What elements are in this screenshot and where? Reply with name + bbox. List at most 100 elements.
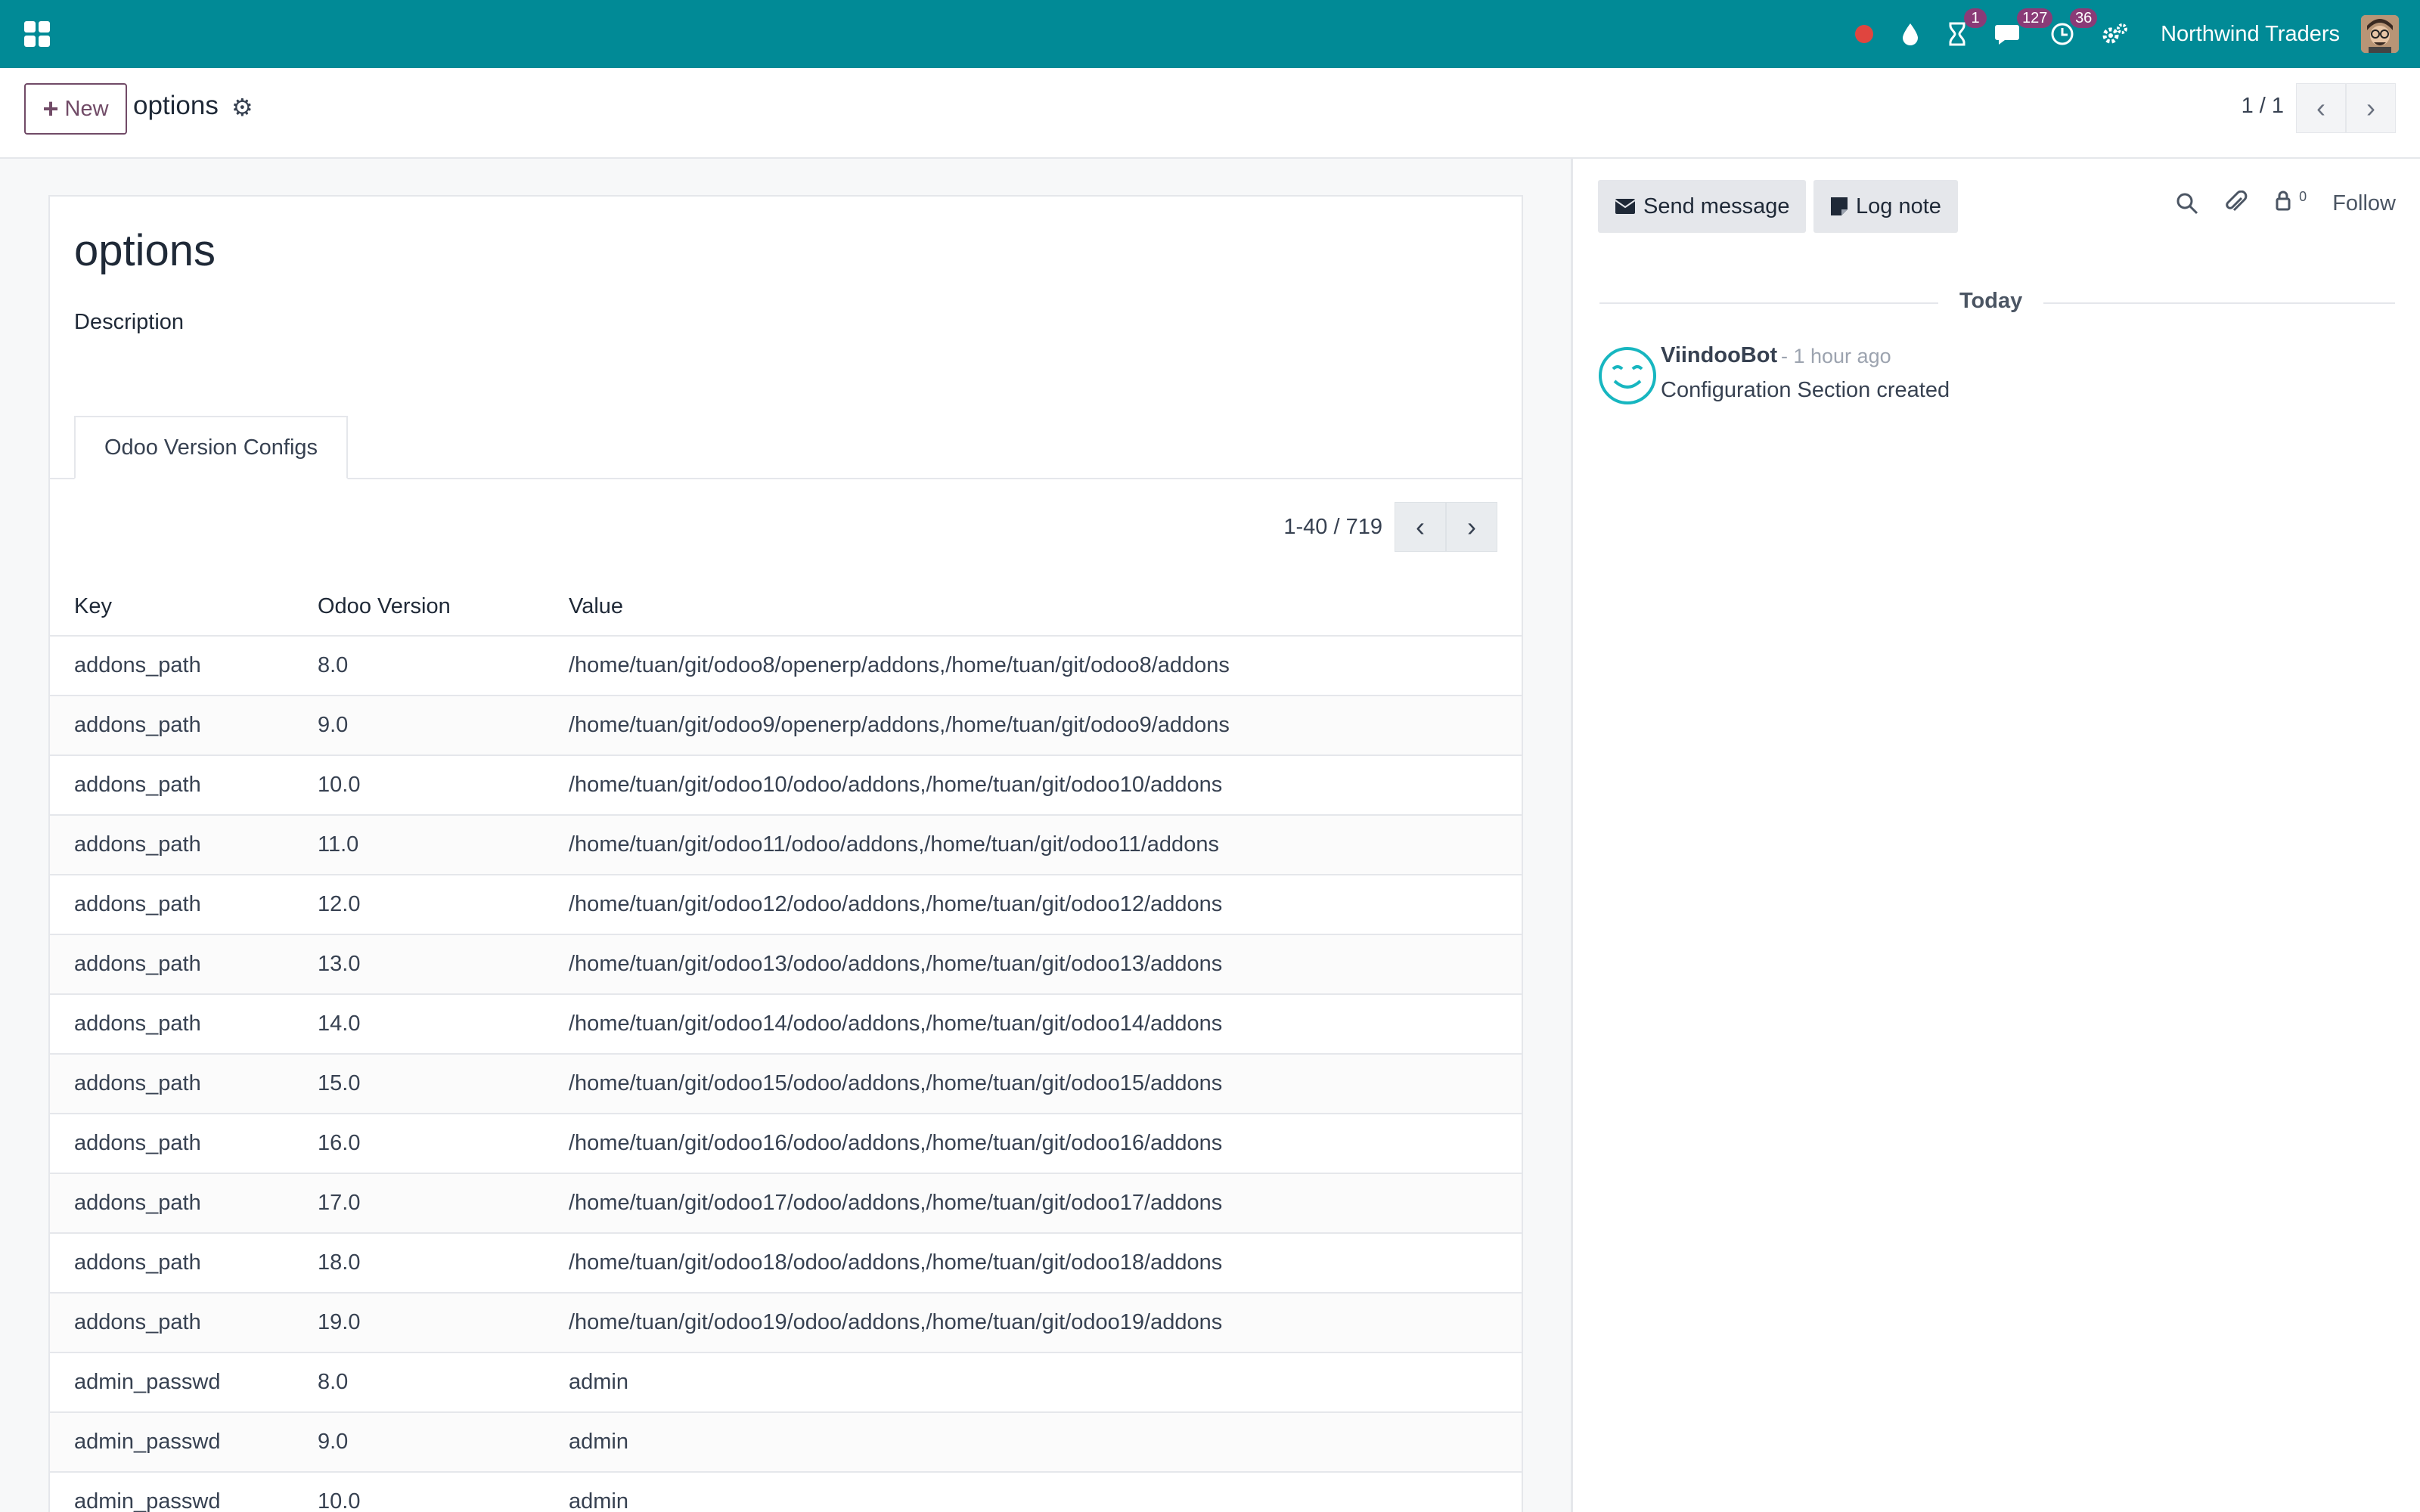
cell-key: addons_path	[74, 1250, 201, 1275]
cell-key: addons_path	[74, 952, 201, 976]
cell-odoo-version: 19.0	[318, 1310, 361, 1334]
notebook-tabs: Odoo Version Configs	[50, 416, 1522, 479]
cell-value: /home/tuan/git/odoo9/openerp/addons,/hom…	[569, 713, 1230, 737]
search-icon[interactable]	[2175, 191, 2199, 215]
breadcrumb-record-title: options	[133, 91, 219, 120]
list-pager: 1-40 / 719 ‹ ›	[1283, 502, 1497, 552]
cell-odoo-version: 8.0	[318, 1370, 349, 1394]
cell-key: addons_path	[74, 892, 201, 916]
control-panel: + New options ⚙ 1 / 1 ‹ ›	[0, 68, 2420, 159]
cell-key: addons_path	[74, 653, 201, 677]
cell-key: addons_path	[74, 832, 201, 857]
list-body: addons_path 8.0/home/tuan/git/odoo8/opene…	[50, 637, 1522, 1512]
table-row[interactable]: admin_passwd 9.0 admin	[50, 1413, 1522, 1473]
cell-key: addons_path	[74, 1310, 201, 1334]
new-button-label: New	[64, 96, 109, 121]
cell-value: /home/tuan/git/odoo15/odoo/addons,/home/…	[569, 1071, 1223, 1095]
record-pager-buttons: ‹ ›	[2296, 83, 2396, 133]
bot-avatar[interactable]	[1598, 346, 1657, 405]
table-row[interactable]: addons_path 14.0/home/tuan/git/odoo14/odo…	[50, 995, 1522, 1055]
pager-previous-button[interactable]: ‹	[2296, 83, 2346, 133]
clock-icon[interactable]: 36	[2050, 8, 2098, 46]
table-row[interactable]: addons_path 12.0/home/tuan/git/odoo12/odo…	[50, 875, 1522, 935]
cell-key: admin_passwd	[74, 1430, 221, 1454]
table-row[interactable]: addons_path 11.0/home/tuan/git/odoo11/odo…	[50, 816, 1522, 875]
table-row[interactable]: addons_path 15.0/home/tuan/git/odoo15/odo…	[50, 1055, 1522, 1114]
table-row[interactable]: addons_path 18.0/home/tuan/git/odoo18/odo…	[50, 1234, 1522, 1294]
list-previous-button[interactable]: ‹	[1395, 502, 1446, 552]
table-row[interactable]: addons_path 10.0/home/tuan/git/odoo10/odo…	[50, 756, 1522, 816]
followers-button[interactable]: 0	[2273, 189, 2307, 218]
chatter-tools: 0 Follow	[2175, 189, 2396, 218]
table-row[interactable]: addons_path 9.0/home/tuan/git/odoo9/opene…	[50, 696, 1522, 756]
company-name[interactable]: Northwind Traders	[2161, 22, 2340, 47]
table-row[interactable]: addons_path 19.0/home/tuan/git/odoo19/odo…	[50, 1294, 1522, 1353]
list-pager-value[interactable]: 1-40 / 719	[1283, 515, 1382, 540]
log-note-button[interactable]: Log note	[1813, 180, 1958, 233]
pager-next-button[interactable]: ›	[2346, 83, 2396, 133]
form-sheet: options Description Odoo Version Configs…	[48, 195, 1523, 1512]
envelope-icon	[1615, 199, 1636, 214]
cell-value: /home/tuan/git/odoo8/openerp/addons,/hom…	[569, 653, 1230, 677]
user-icon	[2276, 191, 2291, 211]
cell-odoo-version: 9.0	[318, 1430, 349, 1454]
table-row[interactable]: admin_passwd 10.0 admin	[50, 1473, 1522, 1512]
record-pager-value[interactable]: 1 / 1	[2242, 94, 2284, 119]
table-row[interactable]: addons_path 16.0/home/tuan/git/odoo16/odo…	[50, 1114, 1522, 1174]
table-row[interactable]: addons_path 17.0/home/tuan/git/odoo17/odo…	[50, 1174, 1522, 1234]
send-message-button[interactable]: Send message	[1598, 180, 1807, 233]
follow-button[interactable]: Follow	[2332, 191, 2396, 216]
cell-key: addons_path	[74, 773, 201, 797]
column-header-odoo-version[interactable]: Odoo Version	[318, 594, 451, 619]
description-label: Description	[74, 310, 185, 334]
droplet-icon[interactable]	[1900, 22, 1920, 46]
list-header: Key Odoo Version Value	[50, 576, 1522, 637]
table-row[interactable]: addons_path 13.0/home/tuan/git/odoo13/odo…	[50, 935, 1522, 995]
sticky-note-icon	[1831, 197, 1848, 215]
cell-value: admin	[569, 1370, 628, 1394]
chatter-panel: Send message Log note 0 Follow Today Vii…	[1575, 159, 2420, 1512]
cell-key: addons_path	[74, 1131, 201, 1155]
cell-odoo-version: 16.0	[318, 1131, 361, 1155]
settings-gears-icon[interactable]	[2102, 22, 2129, 46]
new-record-button[interactable]: + New	[24, 83, 127, 135]
cell-value: /home/tuan/git/odoo13/odoo/addons,/home/…	[569, 952, 1223, 976]
messages-count-badge: 127	[2017, 8, 2053, 28]
table-row[interactable]: addons_path 8.0/home/tuan/git/odoo8/opene…	[50, 637, 1522, 696]
cell-value: admin	[569, 1430, 628, 1454]
cell-odoo-version: 10.0	[318, 1489, 361, 1512]
activities-count-badge: 1	[1964, 8, 1987, 28]
cell-value: /home/tuan/git/odoo18/odoo/addons,/home/…	[569, 1250, 1223, 1275]
column-header-key[interactable]: Key	[74, 594, 112, 619]
send-message-label: Send message	[1643, 194, 1790, 218]
form-view: options Description Odoo Version Configs…	[0, 159, 1573, 1512]
apps-menu-icon[interactable]	[24, 21, 50, 47]
actions-gear-icon[interactable]: ⚙	[231, 93, 253, 122]
cell-value: /home/tuan/git/odoo16/odoo/addons,/home/…	[569, 1131, 1223, 1155]
paperclip-icon[interactable]	[2225, 191, 2248, 216]
cell-key: admin_passwd	[74, 1489, 221, 1512]
tab-odoo-version-configs[interactable]: Odoo Version Configs	[74, 416, 348, 479]
table-row[interactable]: admin_passwd 8.0 admin	[50, 1353, 1522, 1413]
cell-key: addons_path	[74, 1071, 201, 1095]
message-author[interactable]: ViindooBot	[1661, 343, 1777, 368]
message-time: - 1 hour ago	[1781, 345, 1891, 367]
record-status-icon[interactable]	[1855, 25, 1874, 43]
followers-count: 0	[2299, 189, 2307, 204]
cell-odoo-version: 11.0	[318, 832, 359, 857]
column-header-value[interactable]: Value	[569, 594, 623, 619]
activities-hourglass-icon[interactable]: 1	[1947, 8, 1987, 46]
cell-key: addons_path	[74, 1191, 201, 1215]
user-avatar[interactable]	[2361, 15, 2399, 53]
plus-icon: +	[42, 93, 59, 124]
cell-odoo-version: 9.0	[318, 713, 349, 737]
cell-odoo-version: 13.0	[318, 952, 361, 976]
record-name-field[interactable]: options	[74, 225, 216, 276]
top-navbar: 1 127 36 Northwind Traders	[0, 0, 2420, 68]
cell-odoo-version: 17.0	[318, 1191, 361, 1215]
cell-value: /home/tuan/git/odoo11/odoo/addons,/home/…	[569, 832, 1219, 857]
cell-key: addons_path	[74, 1012, 201, 1036]
list-next-button[interactable]: ›	[1446, 502, 1497, 552]
messages-icon[interactable]: 127	[1994, 8, 2053, 46]
cell-value: /home/tuan/git/odoo12/odoo/addons,/home/…	[569, 892, 1223, 916]
